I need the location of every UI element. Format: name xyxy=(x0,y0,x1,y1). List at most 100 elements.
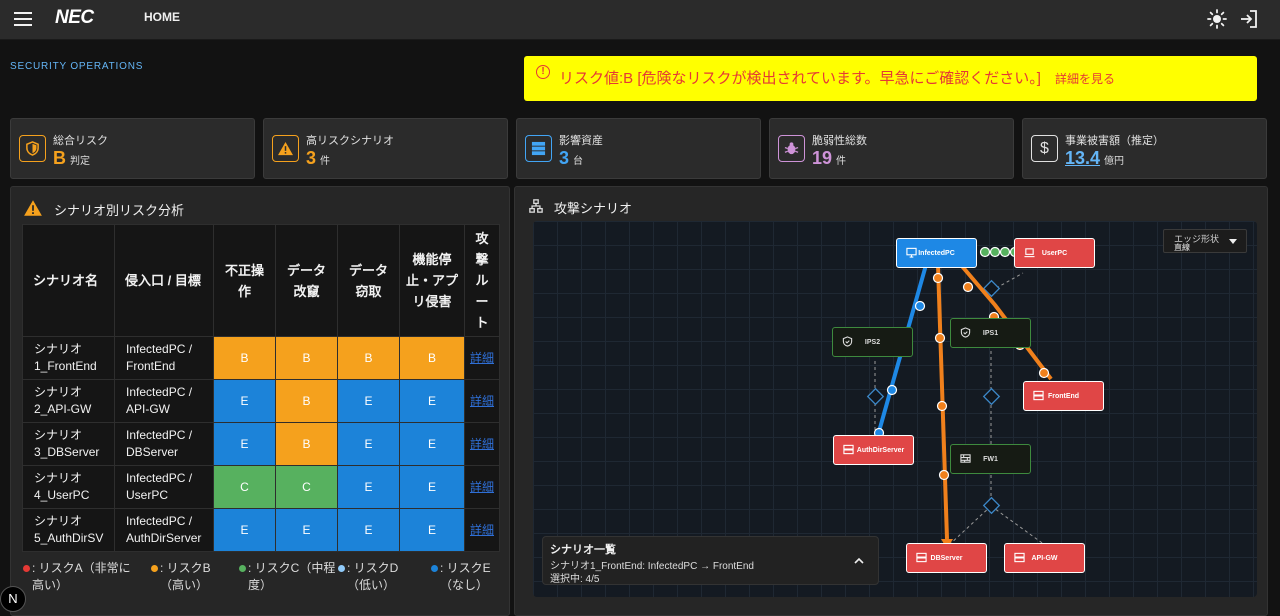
scenario-list-title: シナリオ一覧 xyxy=(550,544,616,556)
risk-cell: E xyxy=(399,422,465,466)
kpi-value-wrap: B 判定 xyxy=(53,148,90,169)
node-api-gw[interactable]: API-GW xyxy=(1004,543,1085,573)
network-icon xyxy=(529,199,543,213)
kpi-label: 影響資産 xyxy=(559,135,603,147)
node-frontend[interactable]: FrontEnd xyxy=(1023,381,1104,411)
risk-cell: E xyxy=(213,379,276,423)
next-badge[interactable]: N xyxy=(0,586,26,612)
table-row: シナリオ5_AuthDirSV InfectedPC / AuthDirServ… xyxy=(22,508,500,552)
node-label: DBServer xyxy=(930,554,963,562)
details-link[interactable]: 詳細 xyxy=(464,422,500,466)
kpi-value: 3 xyxy=(306,148,317,168)
nav-home[interactable]: HOME xyxy=(144,10,180,24)
warning-icon xyxy=(272,135,299,162)
scenario-selected: 選択中: 4/5 xyxy=(550,574,600,585)
risk-alert-banner: ! リスク値:B [危険なリスクが検出されています。早急にご確認ください。] 詳… xyxy=(524,56,1257,101)
col-scenario: シナリオ名 xyxy=(22,224,115,337)
logout-icon[interactable] xyxy=(1239,9,1259,29)
chevron-down-icon xyxy=(1229,239,1237,244)
scenario-name: シナリオ1_FrontEnd xyxy=(22,336,115,380)
risk-cell: E xyxy=(337,422,400,466)
kpi-label: 脆弱性総数 xyxy=(812,135,867,147)
risk-cell: E xyxy=(337,465,400,509)
details-link[interactable]: 詳細 xyxy=(464,336,500,380)
node-userpc[interactable]: UserPC xyxy=(1014,238,1095,268)
legend-dot xyxy=(338,565,345,572)
details-link[interactable]: 詳細 xyxy=(464,465,500,509)
risk-cell: C xyxy=(275,465,338,509)
legend-dot xyxy=(151,565,158,572)
scenario-risk-panel: シナリオ別リスク分析 シナリオ名 侵入口 / 目標 不正操作 データ改竄 データ… xyxy=(10,186,510,616)
menu-icon[interactable] xyxy=(14,12,32,26)
risk-cell: B xyxy=(275,336,338,380)
panel-title: 攻撃シナリオ xyxy=(554,201,633,216)
risk-cell: E xyxy=(399,379,465,423)
kpi-value-wrap: 19 件 xyxy=(812,148,846,169)
scenario-name: シナリオ5_AuthDirSV xyxy=(22,508,115,552)
legend-label: : リスクC（中程度） xyxy=(248,561,336,592)
node-fw1[interactable]: FW1 xyxy=(950,444,1031,474)
node-ips1[interactable]: IPS1 xyxy=(950,318,1031,348)
brand-logo[interactable]: NEC xyxy=(55,7,94,29)
details-link[interactable]: 詳細 xyxy=(464,379,500,423)
scenario-name: シナリオ3_DBServer xyxy=(22,422,115,466)
risk-cell: E xyxy=(275,508,338,552)
risk-cell: E xyxy=(399,508,465,552)
risk-cell: B xyxy=(337,336,400,380)
kpi-value[interactable]: 13.4 xyxy=(1065,148,1100,168)
scenario-list-box[interactable]: シナリオ一覧 シナリオ1_FrontEnd: InfectedPC → Fron… xyxy=(542,536,879,585)
scenario-target: InfectedPC / DBServer xyxy=(114,422,214,466)
node-dbserver[interactable]: DBServer xyxy=(906,543,987,573)
kpi-card-vulnerabilities: 脆弱性総数 19 件 xyxy=(769,118,1014,179)
risk-cell: E xyxy=(337,379,400,423)
kpi-card-high-risk-scenarios: 高リスクシナリオ 3件 xyxy=(263,118,508,179)
legend-label: : リスクB（高い） xyxy=(160,561,211,592)
col-tampering: データ改竄 xyxy=(275,224,338,337)
risk-cell: E xyxy=(213,422,276,466)
node-label: FrontEnd xyxy=(1047,392,1080,400)
dollar-icon: $ xyxy=(1031,135,1058,162)
node-label: IPS1 xyxy=(982,329,999,337)
risk-cell: E xyxy=(399,465,465,509)
kpi-label: 総合リスク xyxy=(53,135,108,147)
node-ips2[interactable]: IPS2 xyxy=(832,327,913,357)
details-link[interactable]: 詳細 xyxy=(464,508,500,552)
alert-details-link[interactable]: 詳細を見る xyxy=(1055,70,1115,87)
edge-shape-select[interactable]: エッジ形状 直線 xyxy=(1163,229,1247,253)
chevron-up-icon[interactable] xyxy=(854,557,864,564)
kpi-value: 3 xyxy=(559,148,570,168)
risk-cell: E xyxy=(337,508,400,552)
node-label: API-GW xyxy=(1031,554,1058,562)
table-row: シナリオ1_FrontEnd InfectedPC / FrontEnd B B… xyxy=(22,336,500,380)
kpi-unit: 判定 xyxy=(70,156,90,167)
edge-shape-value: 直線 xyxy=(1174,243,1190,252)
node-authdirserver[interactable]: AuthDirServer xyxy=(833,435,914,465)
theme-toggle-icon[interactable] xyxy=(1207,9,1227,29)
node-label: FW1 xyxy=(983,455,998,463)
node-label: AuthDirServer xyxy=(856,446,905,454)
kpi-value: B xyxy=(53,148,66,168)
node-label: InfectedPC xyxy=(918,249,955,257)
node-infectedpc[interactable]: InfectedPC xyxy=(896,238,977,268)
legend-dot xyxy=(23,565,30,572)
kpi-unit: 件 xyxy=(320,156,331,167)
bug-icon xyxy=(778,135,805,162)
legend-dot xyxy=(431,565,438,572)
legend-label: : リスクE（なし） xyxy=(440,561,491,592)
top-app-bar: NEC HOME xyxy=(0,0,1280,40)
attack-graph-canvas[interactable]: InfectedPC UserPC IPS2 IPS1 FrontEnd Aut… xyxy=(533,221,1257,597)
col-disruption: 機能停止・アプリ侵害 xyxy=(399,224,465,337)
node-label: IPS2 xyxy=(864,338,881,346)
shield-icon xyxy=(19,135,46,162)
scenario-name: シナリオ2_API-GW xyxy=(22,379,115,423)
kpi-unit: 億円 xyxy=(1104,156,1125,167)
attack-scenario-panel: 攻撃シナリオ InfectedPC UserPC IPS2 IPS1 Front… xyxy=(514,186,1268,616)
table-row: シナリオ3_DBServer InfectedPC / DBServer E B… xyxy=(22,422,500,466)
section-label: SECURITY OPERATIONS xyxy=(10,61,144,72)
risk-cell: C xyxy=(213,465,276,509)
kpi-value-wrap: 3件 xyxy=(306,148,330,169)
kpi-label: 事業被害額（推定） xyxy=(1065,135,1164,147)
table-row: シナリオ4_UserPC InfectedPC / UserPC C C E E… xyxy=(22,465,500,509)
legend-dot xyxy=(239,565,246,572)
col-exfiltration: データ窃取 xyxy=(337,224,400,337)
